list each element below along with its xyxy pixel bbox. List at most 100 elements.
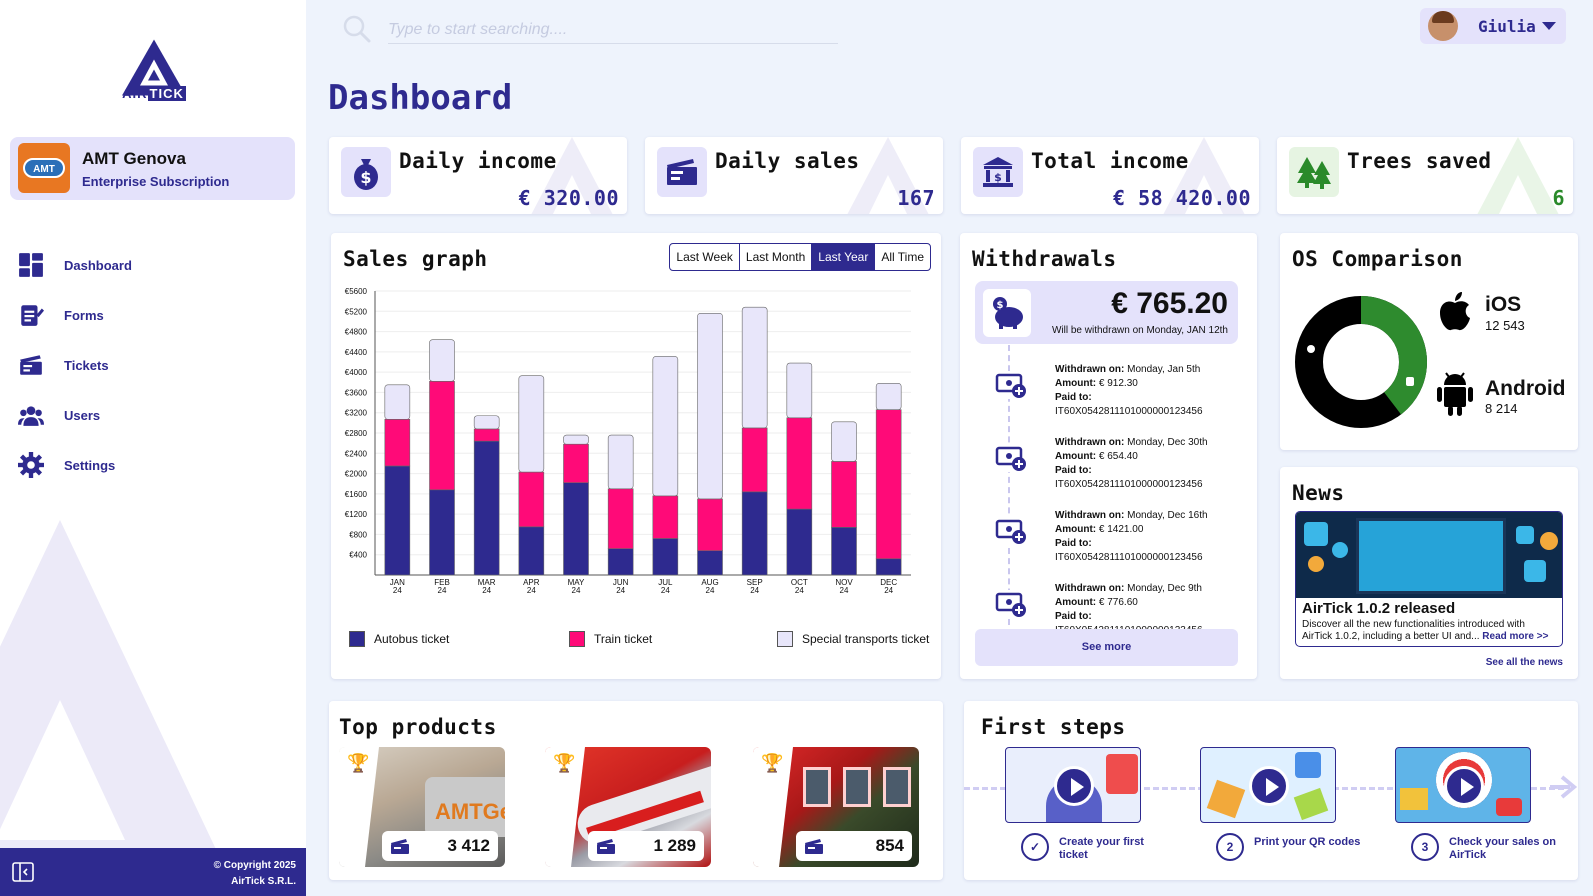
bar-segment[interactable]	[384, 384, 411, 420]
range-selector: Last Week Last Month Last Year All Time	[669, 243, 931, 271]
withdrawals-card: Withdrawals $ € 765.20 Will be withdrawn…	[960, 233, 1257, 679]
legend-label: Special transports ticket	[802, 632, 930, 646]
tab-last-week[interactable]: Last Week	[670, 244, 738, 270]
video-thumbnail[interactable]	[1005, 747, 1141, 823]
page-title: Dashboard	[328, 78, 513, 118]
y-tick-label: €1600	[345, 490, 368, 499]
bar-segment[interactable]	[741, 491, 768, 576]
product-card[interactable]: 🏆 854	[753, 747, 919, 867]
y-tick-label: €800	[349, 530, 367, 539]
bar-segment[interactable]	[786, 362, 813, 419]
bar-segment[interactable]	[563, 443, 589, 484]
bar-segment[interactable]	[384, 419, 411, 467]
news-article[interactable]: AirTick 1.0.2 released Discover all the …	[1295, 511, 1563, 647]
bar-segment[interactable]	[697, 550, 723, 576]
bar-segment[interactable]	[786, 417, 813, 510]
bar-segment[interactable]	[652, 356, 679, 497]
bar-segment[interactable]	[563, 482, 589, 576]
y-tick-label: €5600	[345, 287, 368, 296]
apple-icon	[1440, 292, 1470, 331]
bar-segment[interactable]	[473, 415, 500, 430]
withdrawal-item[interactable]: Withdrawn on: Monday, Dec 30th Amount: €…	[975, 436, 1240, 492]
search-icon[interactable]	[342, 14, 372, 44]
bar-segment[interactable]	[831, 421, 857, 462]
bar-segment[interactable]	[607, 488, 634, 549]
withdrawal-icon	[995, 517, 1027, 545]
bar-segment[interactable]	[697, 313, 723, 500]
bar-segment[interactable]	[563, 434, 589, 445]
bar-segment[interactable]	[875, 558, 902, 576]
bar-segment[interactable]	[786, 508, 813, 576]
sidebar-item-forms[interactable]: Forms	[18, 290, 288, 340]
see-all-news-link[interactable]: See all the news	[1486, 657, 1563, 668]
bar-segment[interactable]	[875, 409, 902, 560]
video-thumbnail[interactable]	[1395, 747, 1531, 823]
user-menu[interactable]: Giulia	[1420, 8, 1566, 44]
gold-trophy-icon: 🏆	[347, 753, 370, 773]
step-label: Check your sales on AirTick	[1449, 836, 1556, 861]
news-description: Discover all the new functionalities int…	[1302, 619, 1549, 642]
bar-segment[interactable]	[518, 471, 545, 528]
sidebar: AIR TICK AMT AMT Genova Enterprise Subscr…	[0, 0, 306, 896]
ios-label: iOS	[1485, 293, 1522, 316]
y-tick-label: €2800	[345, 429, 368, 438]
bar-segment[interactable]	[384, 465, 411, 576]
bar-segment[interactable]	[831, 461, 857, 528]
y-tick-label: €5200	[345, 307, 368, 316]
legend-item-train: Train ticket	[569, 631, 652, 647]
news-card: News AirTick 1.0.2 released Discover all…	[1280, 467, 1578, 679]
bar-segment[interactable]	[607, 548, 634, 576]
bar-segment[interactable]	[607, 434, 634, 490]
withdrawal-item[interactable]: Withdrawn on: Monday, Dec 16th Amount: €…	[975, 509, 1240, 565]
bar-segment[interactable]	[652, 538, 679, 576]
video-thumbnail[interactable]	[1200, 747, 1336, 823]
product-count: 854	[875, 836, 904, 855]
logo-prefix: AIR	[122, 86, 148, 101]
piggy-bank-icon: $	[983, 289, 1031, 337]
tab-last-year[interactable]: Last Year	[811, 244, 875, 270]
withdrawal-note: Will be withdrawn on Monday, JAN 12th	[1051, 325, 1228, 336]
legend-item-special: Special transports ticket	[777, 631, 929, 647]
bar-segment[interactable]	[429, 380, 455, 491]
tab-all-time[interactable]: All Time	[874, 244, 930, 270]
stat-card-total-income: $ Total income € 58 420.00	[961, 137, 1259, 214]
news-image	[1296, 512, 1562, 598]
bar-segment[interactable]	[697, 498, 723, 551]
bar-segment[interactable]	[429, 489, 455, 576]
organization-card[interactable]: AMT AMT Genova Enterprise Subscription	[10, 137, 295, 200]
bar-segment[interactable]	[473, 440, 500, 576]
bar-segment[interactable]	[652, 495, 679, 539]
bar-segment[interactable]	[831, 527, 857, 576]
tab-last-month[interactable]: Last Month	[738, 244, 811, 270]
dashboard-icon	[19, 253, 43, 277]
see-more-button[interactable]: See more	[975, 629, 1238, 666]
sidebar-item-settings[interactable]: Settings	[18, 440, 288, 490]
y-tick-label: €2000	[345, 470, 368, 479]
users-icon	[18, 406, 44, 426]
read-more-link[interactable]: Read more >>	[1482, 631, 1548, 642]
sidebar-item-users[interactable]: Users	[18, 390, 288, 440]
apple-mini-icon	[1307, 345, 1315, 353]
play-icon	[1054, 766, 1094, 806]
arrow-right-icon	[1550, 775, 1578, 799]
bar-segment[interactable]	[875, 383, 902, 410]
bar-segment[interactable]	[518, 375, 545, 473]
bar-segment[interactable]	[473, 428, 500, 442]
bar-segment[interactable]	[741, 306, 768, 429]
search-input[interactable]	[388, 16, 838, 44]
silver-trophy-icon: 🏆	[553, 753, 576, 773]
y-tick-label: €4000	[345, 368, 368, 377]
product-card[interactable]: 🏆 1 289	[545, 747, 711, 867]
sales-chart: €400 €800 €1200 €1600 €2000 €2400 €2800 €3200 €3…	[345, 287, 911, 595]
bar-segment[interactable]	[429, 339, 455, 382]
step-number: 2	[1216, 833, 1244, 861]
bar-segment[interactable]	[518, 526, 545, 576]
play-icon	[1444, 766, 1484, 806]
stat-value: € 320.00	[518, 186, 619, 210]
bar-segment[interactable]	[741, 427, 768, 493]
withdrawal-item[interactable]: Withdrawn on: Monday, Jan 5th Amount: € …	[975, 363, 1240, 419]
sidebar-item-tickets[interactable]: Tickets	[18, 340, 288, 390]
sidebar-item-dashboard[interactable]: Dashboard	[18, 240, 288, 290]
product-card[interactable]: AMTGe 🏆 3 412	[339, 747, 505, 867]
collapse-sidebar-icon[interactable]	[12, 862, 34, 882]
